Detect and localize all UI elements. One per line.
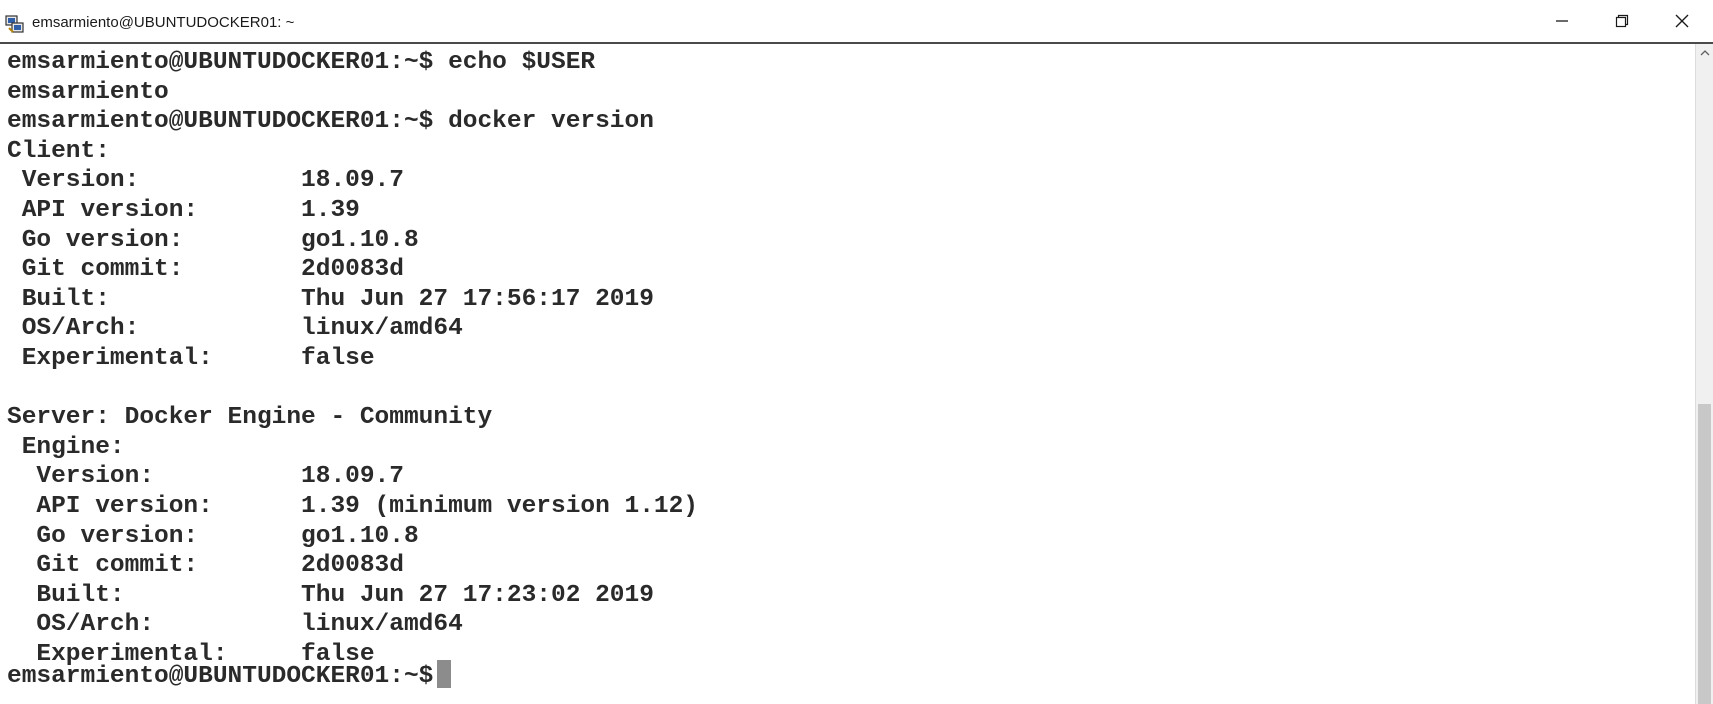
scroll-up-button[interactable] [1696, 44, 1713, 61]
terminal-line: emsarmiento@UBUNTUDOCKER01:~$ docker ver… [7, 108, 654, 136]
restore-button[interactable] [1592, 0, 1652, 42]
close-icon [1675, 14, 1689, 28]
terminal-line: Git commit: 2d0083d [7, 256, 404, 284]
vertical-scrollbar[interactable] [1695, 44, 1713, 704]
terminal-line: Experimental: false [7, 344, 375, 372]
terminal-line: emsarmiento [7, 78, 169, 106]
prompt-text: emsarmiento@UBUNTUDOCKER01:~$ [7, 663, 434, 690]
terminal-line: Built: Thu Jun 27 17:23:02 2019 [7, 581, 654, 609]
terminal-lines: emsarmiento@UBUNTUDOCKER01:~$ echo $USER… [7, 48, 698, 669]
text-cursor [437, 659, 452, 688]
restore-icon [1615, 14, 1629, 28]
current-prompt-line[interactable]: emsarmiento@UBUNTUDOCKER01:~$ [7, 659, 452, 692]
terminal-line: Version: 18.09.7 [7, 167, 404, 195]
terminal-line: Built: Thu Jun 27 17:56:17 2019 [7, 285, 654, 313]
terminal-window: emsarmiento@UBUNTUDOCKER01: ~ emsarmient… [0, 0, 1713, 704]
terminal-line: Git commit: 2d0083d [7, 552, 404, 580]
terminal-line: Go version: go1.10.8 [7, 522, 419, 550]
terminal-line: OS/Arch: linux/amd64 [7, 611, 463, 639]
terminal-line: Client: [7, 137, 110, 165]
minimize-icon [1555, 14, 1569, 28]
scrollbar-thumb[interactable] [1698, 404, 1711, 704]
terminal-line: API version: 1.39 [7, 196, 360, 224]
terminal-line: API version: 1.39 (minimum version 1.12) [7, 492, 699, 520]
window-title: emsarmiento@UBUNTUDOCKER01: ~ [32, 14, 295, 31]
title-bar[interactable]: emsarmiento@UBUNTUDOCKER01: ~ [0, 0, 1713, 44]
minimize-button[interactable] [1532, 0, 1592, 42]
chevron-up-icon [1700, 44, 1710, 62]
terminal-line: Engine: [7, 433, 125, 461]
terminal-output[interactable]: emsarmiento@UBUNTUDOCKER01:~$ echo $USER… [0, 44, 1695, 704]
terminal-line: Version: 18.09.7 [7, 463, 404, 491]
terminal-line: Go version: go1.10.8 [7, 226, 419, 254]
terminal-line: Server: Docker Engine - Community [7, 404, 493, 432]
terminal-line: OS/Arch: linux/amd64 [7, 315, 463, 343]
close-button[interactable] [1652, 0, 1712, 42]
terminal-line: emsarmiento@UBUNTUDOCKER01:~$ echo $USER [7, 49, 596, 76]
putty-icon[interactable] [5, 14, 25, 34]
